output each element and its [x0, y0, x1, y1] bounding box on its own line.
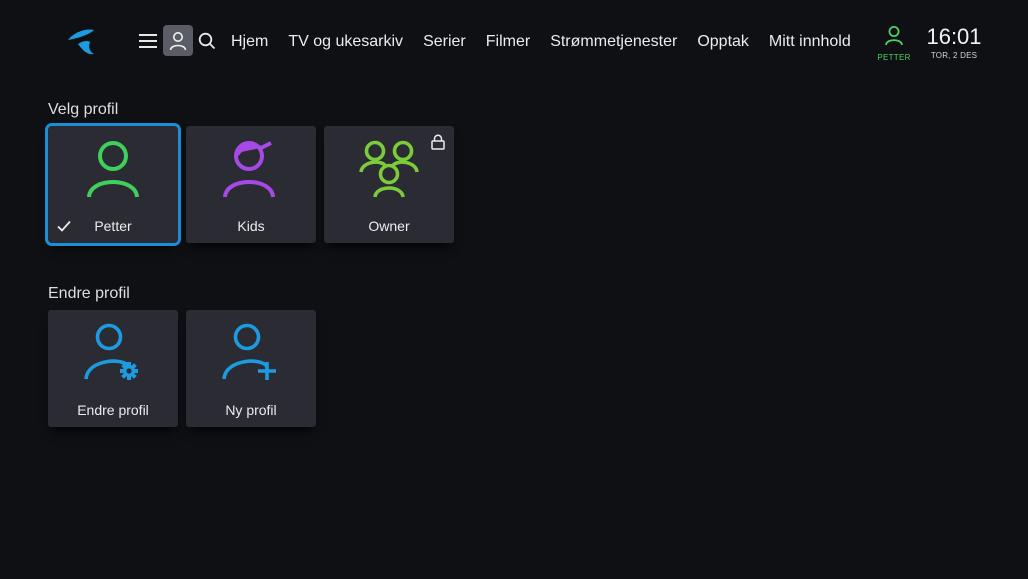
- active-user-name: PETTER: [877, 53, 911, 62]
- active-user[interactable]: PETTER: [872, 25, 916, 65]
- clock-time: 16:01: [926, 24, 982, 49]
- person-settings-icon: [48, 322, 178, 384]
- top-bar: Hjem TV og ukesarkiv Serier Filmer Strøm…: [0, 0, 1028, 80]
- search-icon[interactable]: [195, 28, 219, 54]
- person-icon: [885, 26, 903, 46]
- nav-mitt-innhold[interactable]: Mitt innhold: [769, 33, 851, 51]
- nav-strommetjenester[interactable]: Strømmetjenester: [550, 33, 677, 51]
- new-profile-label: Ny profil: [225, 402, 277, 418]
- profile-label: Petter: [94, 218, 132, 234]
- person-add-icon: [186, 322, 316, 384]
- nav-tv-og-ukesarkiv[interactable]: TV og ukesarkiv: [288, 33, 403, 51]
- profile-tile-owner[interactable]: Owner: [324, 126, 454, 243]
- lock-icon: [431, 134, 445, 150]
- profile-tile-petter[interactable]: Petter: [45, 123, 181, 246]
- person-icon: [169, 31, 187, 50]
- edit-profile-heading: Endre profil: [48, 285, 130, 302]
- select-profile-heading: Velg profil: [48, 101, 119, 118]
- clock: 16:01 TOR, 2 DES: [924, 24, 984, 60]
- main-nav: Hjem TV og ukesarkiv Serier Filmer Strøm…: [231, 31, 871, 53]
- profile-label: Owner: [368, 218, 410, 234]
- edit-profile-label: Endre profil: [77, 402, 149, 418]
- nav-serier[interactable]: Serier: [423, 33, 466, 51]
- profile-menu-button[interactable]: [163, 25, 193, 56]
- nav-filmer[interactable]: Filmer: [486, 33, 530, 51]
- edit-profile-tile[interactable]: Endre profil: [48, 310, 178, 427]
- hamburger-menu-icon[interactable]: [136, 28, 160, 54]
- new-profile-tile[interactable]: Ny profil: [186, 310, 316, 427]
- telia-logo-icon[interactable]: [64, 24, 100, 58]
- profile-tile-kids[interactable]: Kids: [186, 126, 316, 243]
- kids-person-icon: [186, 138, 316, 200]
- nav-hjem[interactable]: Hjem: [231, 33, 268, 51]
- profile-label: Kids: [237, 218, 265, 234]
- clock-date: TOR, 2 DES: [930, 51, 978, 60]
- person-icon: [48, 138, 178, 200]
- nav-opptak[interactable]: Opptak: [697, 33, 749, 51]
